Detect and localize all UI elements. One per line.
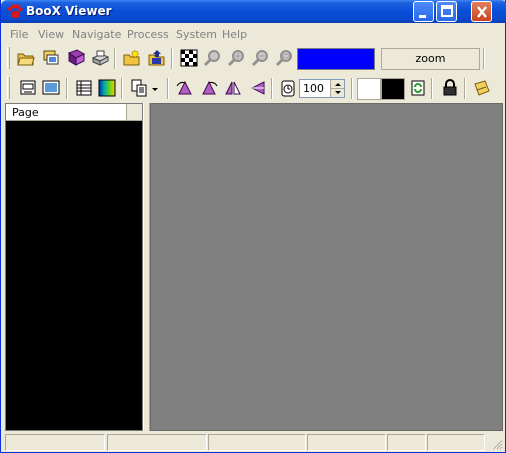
menu-navigate[interactable]: Navigate [72,28,121,41]
copy-icon[interactable] [129,78,149,98]
toolbar-separator [483,48,485,69]
chevron-down-icon[interactable] [149,78,161,98]
maximize-button[interactable] [436,1,457,22]
rotate-right-icon[interactable] [199,78,219,98]
gradient-icon[interactable] [97,78,117,98]
note-icon[interactable] [472,78,492,98]
toolbar-separator [167,78,169,99]
document-viewer[interactable] [150,103,503,431]
close-button[interactable] [471,1,492,22]
main-toolbar: zoom [3,45,503,73]
page-list-panel[interactable]: Page [5,103,143,431]
panel-splitter[interactable] [143,103,150,431]
zoom-fit-icon[interactable] [275,48,295,68]
paw-icon[interactable] [7,4,23,19]
status-cell [427,434,485,451]
refresh-icon[interactable] [408,78,428,98]
export-pages-icon[interactable] [41,48,61,68]
open-folder-icon[interactable] [16,48,36,68]
new-folder-icon[interactable] [122,48,142,68]
menu-system[interactable]: System [176,28,217,41]
foreground-color-swatch[interactable] [357,78,381,100]
status-bar [3,433,505,452]
title-bar[interactable]: BooX Viewer [1,0,506,23]
toolbar-separator [351,78,353,99]
zoom-display[interactable]: zoom [381,48,480,70]
toolbar-separator [114,48,116,69]
window-title: BooX Viewer [26,4,112,18]
menu-process[interactable]: Process [127,28,169,41]
flip-horizontal-icon[interactable] [223,78,243,98]
timer-icon[interactable] [278,78,298,98]
toolbar-separator [66,78,68,99]
zoom-icon[interactable] [203,48,223,68]
page-list-header: Page [6,104,142,121]
menu-bar: File View Navigate Process System Help [1,26,505,44]
book-icon[interactable] [66,48,86,68]
toolbar-separator [121,78,123,99]
status-cell [5,434,105,451]
timer-value-input[interactable]: 100 [299,79,345,98]
toolbar-separator [171,48,173,69]
column-header-label: Page [12,106,39,119]
toolbar-separator [464,78,466,99]
spin-buttons[interactable] [330,80,345,97]
minimize-button[interactable] [413,1,434,22]
app-window: BooX Viewer File View Navigate Process S… [0,0,506,453]
status-cell [208,434,306,451]
lock-icon[interactable] [440,78,460,98]
timer-value: 100 [303,82,324,95]
save-folder-icon[interactable] [147,48,167,68]
toolbar-grip[interactable] [7,77,10,99]
status-cell [307,434,386,451]
toolbar-grip[interactable] [7,47,10,69]
fullscreen-icon[interactable] [41,78,61,98]
resize-grip-icon[interactable] [491,438,503,450]
page-view-icon[interactable] [18,78,38,98]
column-header-page[interactable]: Page [6,104,127,120]
print-icon[interactable] [90,48,110,68]
menu-help[interactable]: Help [222,28,247,41]
status-cell [107,434,207,451]
toolbar-separator [431,78,433,99]
secondary-toolbar: 100 [3,75,503,103]
status-cell [387,434,426,451]
zoom-out-icon[interactable] [251,48,271,68]
color-swatch[interactable] [297,48,375,70]
menu-view[interactable]: View [38,28,64,41]
toolbar-separator [271,78,273,99]
checker-icon[interactable] [179,48,199,68]
zoom-in-icon[interactable] [227,48,247,68]
rotate-left-icon[interactable] [175,78,195,98]
grid-icon[interactable] [74,78,94,98]
menu-file[interactable]: File [10,28,28,41]
background-color-swatch[interactable] [381,78,405,100]
flip-vertical-icon[interactable] [247,78,267,98]
